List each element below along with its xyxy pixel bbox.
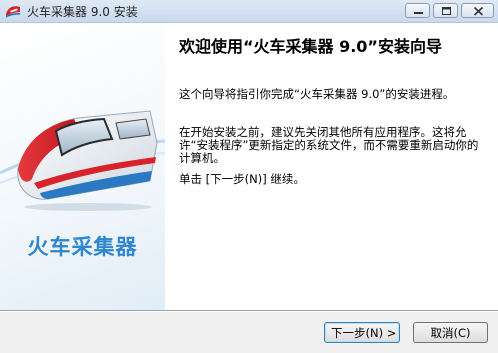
intro-paragraph: 这个向导将指引你完成“火车采集器 9.0”的安装进程。 <box>179 87 455 101</box>
installer-window: 火车采集器 9.0 安装 火车采集器 欢迎使用“火车采集器 9.0”安装向导 这… <box>0 0 498 353</box>
cancel-button[interactable]: 取消(C) <box>413 322 488 343</box>
minimize-icon <box>414 12 423 14</box>
next-button[interactable]: 下一步(N) > <box>324 322 400 343</box>
close-icon <box>473 6 484 16</box>
window-title: 火车采集器 9.0 安装 <box>27 5 138 19</box>
wizard-banner: 火车采集器 <box>0 23 165 310</box>
maximize-button[interactable] <box>433 3 458 18</box>
maximize-icon <box>442 7 451 15</box>
advice-paragraph: 在开始安装之前，建议先关闭其他所有应用程序。这将允许“安装程序”更新指定的系统文… <box>179 125 479 165</box>
page-title: 欢迎使用“火车采集器 9.0”安装向导 <box>179 37 442 56</box>
close-button[interactable] <box>461 3 494 18</box>
footer-divider <box>0 310 498 312</box>
minimize-button[interactable] <box>405 3 430 18</box>
train-icon <box>4 3 22 19</box>
wizard-content: 欢迎使用“火车采集器 9.0”安装向导 这个向导将指引你完成“火车采集器 9.0… <box>165 23 498 310</box>
brand-logo-text: 火车采集器 <box>27 235 138 259</box>
train-illustration <box>0 110 165 211</box>
title-bar[interactable]: 火车采集器 9.0 安装 <box>0 0 498 23</box>
continue-instruction: 单击 [下一步(N)] 继续。 <box>179 172 305 186</box>
